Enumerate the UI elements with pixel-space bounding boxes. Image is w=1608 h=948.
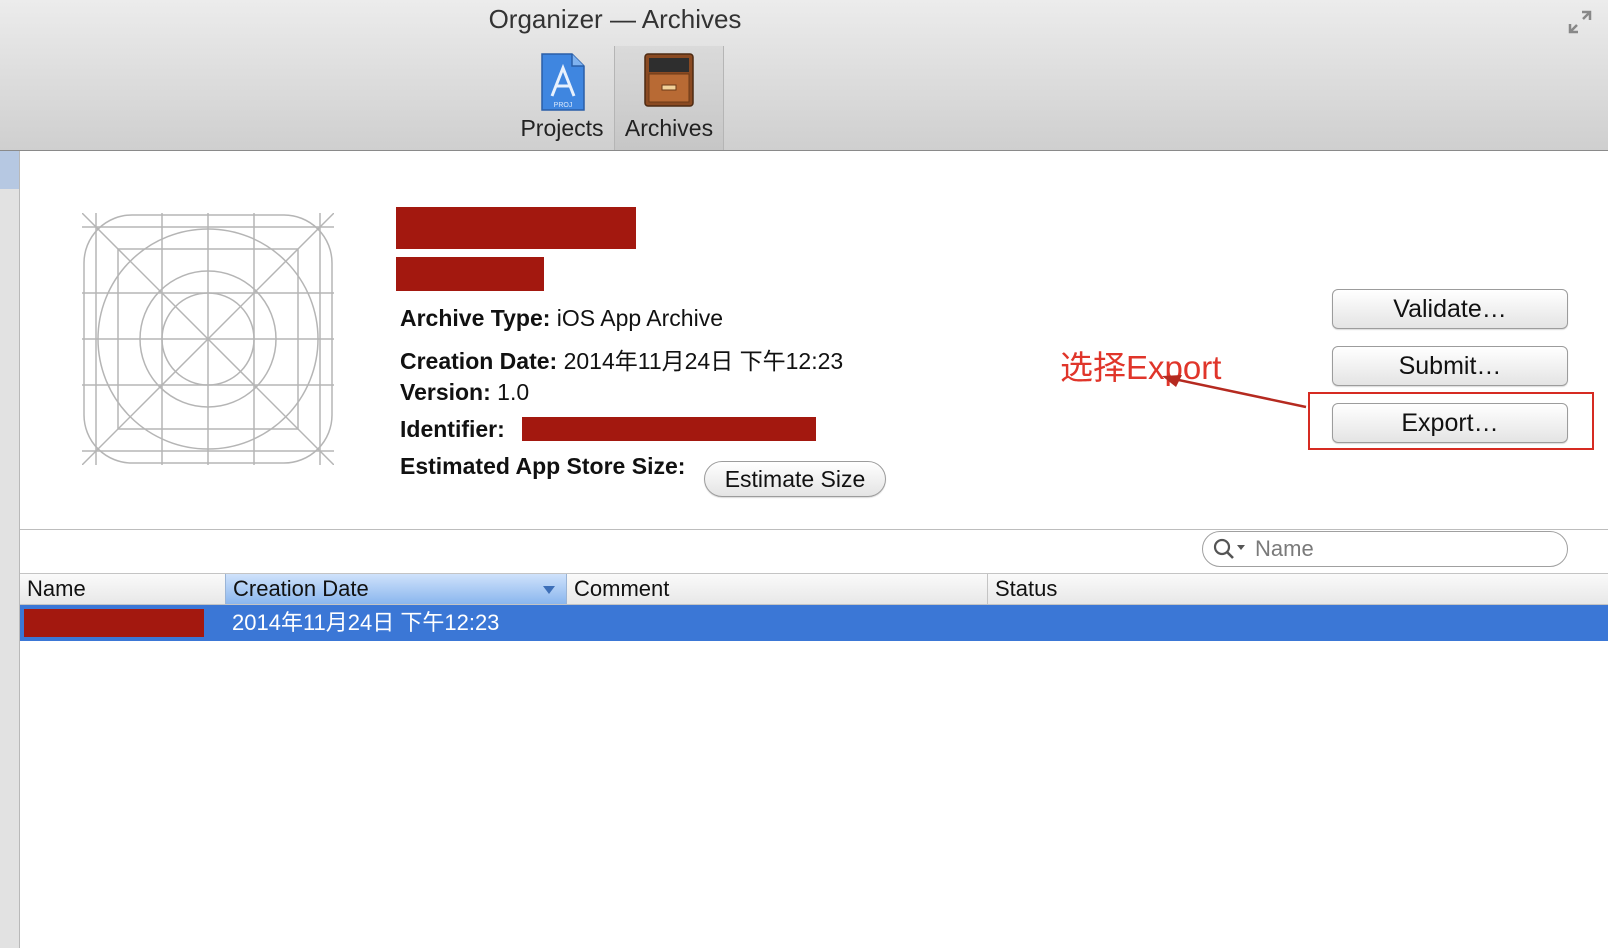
archives-label: Archives: [624, 115, 714, 141]
sidebar: [0, 151, 20, 948]
archive-type-value: iOS App Archive: [556, 305, 723, 331]
toolbar: Organizer — Archives PROJ Projects Archi…: [0, 0, 1608, 151]
identifier-row: Identifier:: [400, 416, 505, 443]
projects-label: Projects: [520, 115, 604, 141]
version-value: 1.0: [497, 379, 530, 405]
svg-text:PROJ: PROJ: [554, 102, 573, 109]
row-creation-date: 2014年11月24日 下午12:23: [232, 610, 500, 635]
panel-divider: [20, 529, 1608, 530]
version-label: Version:: [400, 379, 491, 405]
estimate-size-button[interactable]: Estimate Size: [704, 461, 886, 497]
table-row[interactable]: 2014年11月24日 下午12:23: [20, 605, 1608, 641]
archive-detail-panel: Archive Type: iOS App Archive Creation D…: [20, 151, 1608, 529]
redacted-archive-name: [24, 609, 204, 637]
search-icon[interactable]: [1213, 538, 1247, 560]
redacted-app-name: [396, 207, 636, 249]
window-title: Organizer — Archives: [488, 4, 742, 34]
estimated-size-label: Estimated App Store Size:: [400, 453, 686, 479]
annotation-arrow-icon: [1162, 375, 1307, 409]
archive-type-row: Archive Type: iOS App Archive: [400, 305, 723, 332]
search-field[interactable]: [1202, 531, 1568, 567]
column-creation-date[interactable]: Creation Date: [225, 574, 567, 604]
table-header: Name Creation Date Comment Status: [20, 573, 1608, 605]
creation-date-row: Creation Date: 2014年11月24日 下午12:23: [400, 342, 843, 376]
estimated-size-row: Estimated App Store Size:: [400, 453, 685, 480]
sidebar-selected-item[interactable]: [0, 151, 19, 189]
validate-button[interactable]: Validate…: [1332, 289, 1568, 329]
version-row: Version: 1.0: [400, 379, 529, 406]
archives-icon: [644, 53, 694, 107]
submit-button[interactable]: Submit…: [1332, 346, 1568, 386]
column-creation-date-label: Creation Date: [233, 576, 369, 601]
column-comment[interactable]: Comment: [567, 574, 987, 604]
creation-date-value: 2014年11月24日 下午12:23: [563, 348, 844, 374]
redacted-identifier: [522, 417, 816, 441]
column-status[interactable]: Status: [987, 574, 1287, 604]
projects-icon: PROJ: [541, 53, 585, 111]
archive-type-label: Archive Type:: [400, 305, 551, 331]
app-icon-placeholder: [82, 213, 334, 465]
identifier-label: Identifier:: [400, 416, 505, 442]
export-highlight-box: [1308, 392, 1594, 450]
archives-tab[interactable]: Archives: [614, 46, 724, 150]
search-input[interactable]: [1253, 534, 1547, 564]
creation-date-label: Creation Date:: [400, 348, 558, 374]
fullscreen-icon[interactable]: [1566, 8, 1594, 36]
redacted-app-subtitle: [396, 257, 544, 291]
sort-descending-icon: [543, 586, 555, 594]
projects-tab[interactable]: PROJ Projects: [512, 46, 612, 150]
column-name[interactable]: Name: [20, 574, 225, 604]
